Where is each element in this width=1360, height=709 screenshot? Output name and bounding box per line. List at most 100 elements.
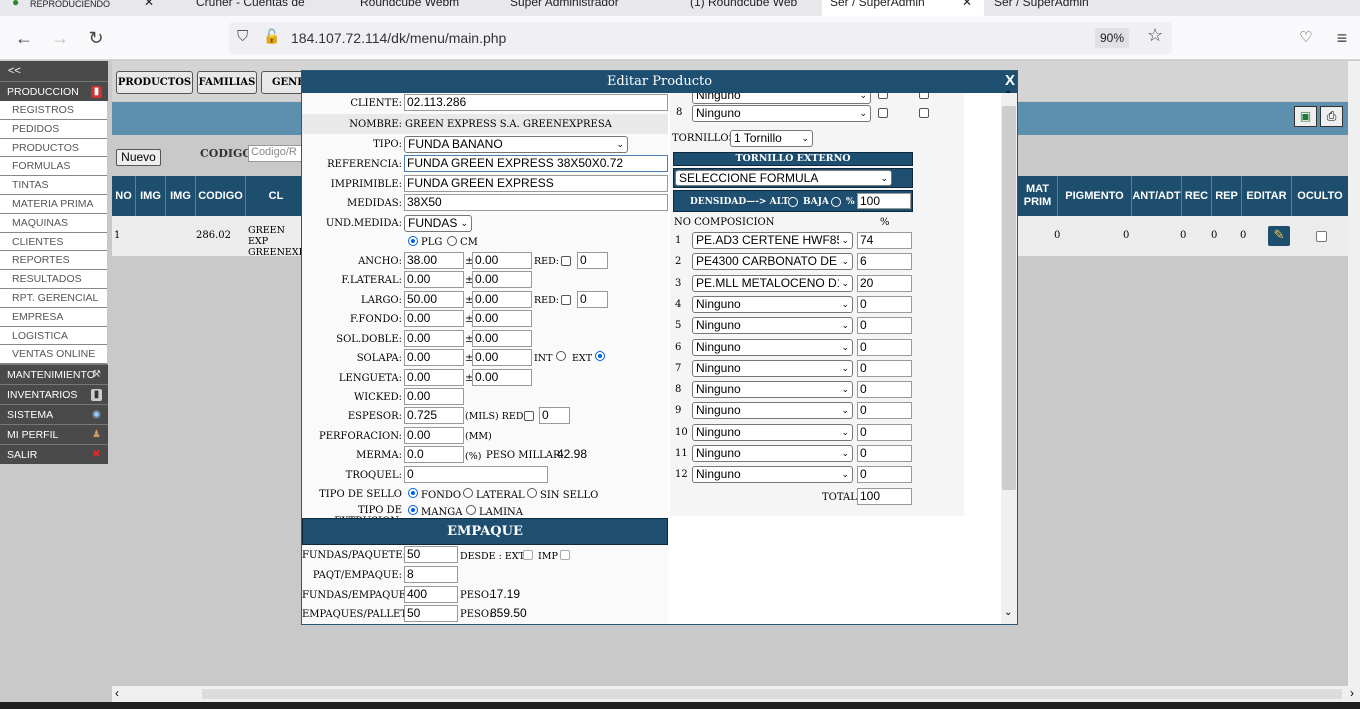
tab-productos[interactable]: PRODUCTOS: [116, 71, 193, 94]
sello-lateral-radio[interactable]: [463, 488, 473, 498]
fundas-paquete-field[interactable]: 50: [404, 546, 458, 563]
largo-tolerance-field[interactable]: 0.00: [472, 291, 532, 308]
sidebar-item-empresa[interactable]: EMPRESA: [0, 307, 107, 327]
solapa-tolerance-field[interactable]: 0.00: [472, 349, 532, 366]
composicion-select[interactable]: Ninguno ⌄: [692, 317, 853, 335]
sidebar-item-maquinas[interactable]: MAQUINAS: [0, 213, 107, 233]
fundas-empaque-field[interactable]: 400: [404, 586, 458, 603]
sidebar-item-inventarios[interactable]: INVENTARIOS ▮: [0, 384, 108, 405]
soldoble-field[interactable]: 0.00: [404, 330, 464, 347]
bookmark-star-icon[interactable]: ☆: [1147, 25, 1163, 46]
close-icon[interactable]: ✕: [962, 0, 972, 9]
browser-tab[interactable]: Roundcube Webm: [360, 0, 459, 9]
cm-radio[interactable]: [447, 236, 457, 246]
ancho-red-field[interactable]: 0: [577, 252, 608, 269]
tab-familias[interactable]: FAMILIAS: [197, 71, 257, 94]
ancho-field[interactable]: 38.00: [404, 252, 464, 269]
largo-field[interactable]: 50.00: [404, 291, 464, 308]
espesor-red-checkbox[interactable]: [524, 411, 534, 421]
excel-export-icon[interactable]: ▣: [1294, 106, 1317, 127]
page-horizontal-scrollbar[interactable]: ‹ ›: [112, 686, 1360, 702]
codigo-search-input[interactable]: Codigo/R: [248, 145, 308, 162]
composicion-pct-field[interactable]: 0: [857, 338, 912, 356]
aditivo-checkbox[interactable]: [919, 108, 929, 118]
wicked-field[interactable]: 0.00: [404, 388, 464, 405]
lengueta-field[interactable]: 0.00: [404, 369, 464, 386]
back-icon[interactable]: ←: [12, 26, 36, 50]
flateral-tolerance-field[interactable]: 0.00: [472, 271, 532, 288]
lamina-radio[interactable]: [466, 505, 476, 515]
browser-tab[interactable]: (1) Roundcube Web: [690, 0, 797, 9]
aditivo-select[interactable]: Ninguno ⌄: [692, 105, 871, 122]
partial-aditivo-select[interactable]: Ninguno ⌄: [692, 93, 871, 104]
solapa-ext-radio[interactable]: [595, 351, 605, 361]
desde-ext-checkbox[interactable]: [523, 550, 533, 560]
composicion-pct-field[interactable]: 6: [857, 253, 912, 271]
ffondo-tolerance-field[interactable]: 0.00: [472, 310, 532, 327]
soldoble-tolerance-field[interactable]: 0.00: [472, 330, 532, 347]
espesor-red-field[interactable]: 0: [539, 407, 570, 424]
sidebar-item-productos[interactable]: PRODUCTOS: [0, 138, 107, 158]
composicion-select[interactable]: PE.AD3 CERTENE HWF85 ⌄: [692, 232, 853, 249]
dialog-scrollbar[interactable]: ⌃ ⌄: [1001, 90, 1017, 624]
menu-icon[interactable]: ≡: [1330, 26, 1354, 50]
ancho-tolerance-field[interactable]: 0.00: [472, 252, 532, 269]
merma-field[interactable]: 0.0: [404, 446, 464, 463]
composicion-select[interactable]: Ninguno ⌄: [692, 338, 853, 356]
browser-tab[interactable]: Ser / SuperAdmin: [994, 0, 1089, 9]
formula-select[interactable]: SELECCIONE FORMULA ⌄: [675, 170, 892, 186]
composicion-pct-field[interactable]: 74: [857, 232, 912, 249]
composicion-pct-field[interactable]: 0: [857, 359, 912, 377]
sidebar-item-mantenimiento[interactable]: MANTENIMIENTO ⚒: [0, 364, 108, 385]
composicion-select[interactable]: Ninguno ⌄: [692, 295, 853, 313]
referencia-field[interactable]: FUNDA GREEN EXPRESS 38X50X0.72: [404, 155, 668, 172]
insecure-lock-icon[interactable]: 🔓: [263, 28, 280, 45]
shield-icon[interactable]: ⛉: [237, 28, 248, 45]
empaques-pallet-field[interactable]: 50: [404, 605, 458, 622]
sidebar-item-sistema[interactable]: SISTEMA ◉: [0, 404, 108, 425]
largo-red-field[interactable]: 0: [577, 291, 608, 308]
composicion-select[interactable]: Ninguno ⌄: [692, 423, 853, 441]
sidebar-item-logistica[interactable]: LOGISTICA: [0, 326, 107, 346]
composicion-pct-field[interactable]: 0: [857, 402, 912, 420]
sidebar-item-tintas[interactable]: TINTAS: [0, 176, 107, 195]
solapa-field[interactable]: 0.00: [404, 349, 464, 366]
solapa-int-radio[interactable]: [556, 351, 566, 361]
densidad-field[interactable]: 100: [857, 193, 911, 209]
composicion-select[interactable]: Ninguno ⌄: [692, 445, 853, 462]
lengueta-tolerance-field[interactable]: 0.00: [472, 369, 532, 386]
flateral-field[interactable]: 0.00: [404, 271, 464, 288]
aditivo-checkbox[interactable]: [919, 93, 929, 99]
sidebar-item-rpt-gerencial[interactable]: RPT. GERENCIAL: [0, 288, 107, 308]
sello-fondo-radio[interactable]: [408, 488, 418, 498]
sidebar-item-materia-prima[interactable]: MATERIA PRIMA: [0, 194, 107, 214]
reload-icon[interactable]: ↻: [84, 26, 108, 50]
largo-red-checkbox[interactable]: [561, 295, 571, 305]
composicion-pct-field[interactable]: 0: [857, 381, 912, 399]
composicion-pct-field[interactable]: 0: [857, 445, 912, 462]
url-bar[interactable]: ⛉ 🔓 184.107.72.114/dk/menu/main.php 90% …: [229, 22, 1172, 54]
print-icon[interactable]: ⎙: [1320, 106, 1343, 127]
sidebar-collapse-button[interactable]: <<: [0, 61, 108, 81]
composicion-select[interactable]: Ninguno ⌄: [692, 402, 853, 420]
imprimible-field[interactable]: FUNDA GREEN EXPRESS: [404, 175, 668, 192]
total-field[interactable]: 100: [857, 488, 912, 505]
imp-checkbox[interactable]: [560, 550, 570, 560]
densidad-alta-radio[interactable]: [788, 197, 798, 207]
sidebar-item-formulas[interactable]: FORMULAS: [0, 157, 107, 177]
browser-tab[interactable]: Cruner - Cuentas de: [196, 0, 305, 9]
scroll-up-icon[interactable]: ⌃: [1004, 90, 1012, 101]
composicion-pct-field[interactable]: 0: [857, 295, 912, 313]
sidebar-item-reportes[interactable]: REPORTES: [0, 251, 107, 271]
plg-radio[interactable]: [408, 236, 418, 246]
medidas-field[interactable]: 38X50: [404, 194, 668, 211]
active-browser-tab[interactable]: Ser / SuperAdmin ✕: [822, 0, 984, 16]
paqt-empaque-field[interactable]: 8: [404, 566, 458, 583]
cliente-field[interactable]: 02.113.286: [404, 94, 668, 111]
espesor-field[interactable]: 0.725: [404, 407, 464, 424]
composicion-select[interactable]: Ninguno ⌄: [692, 359, 853, 377]
close-icon[interactable]: ✕: [144, 0, 154, 9]
composicion-select[interactable]: PE.MLL METALOCENO D1 ⌄: [692, 274, 853, 292]
perforacion-field[interactable]: 0.00: [404, 427, 464, 444]
composicion-pct-field[interactable]: 0: [857, 466, 912, 484]
